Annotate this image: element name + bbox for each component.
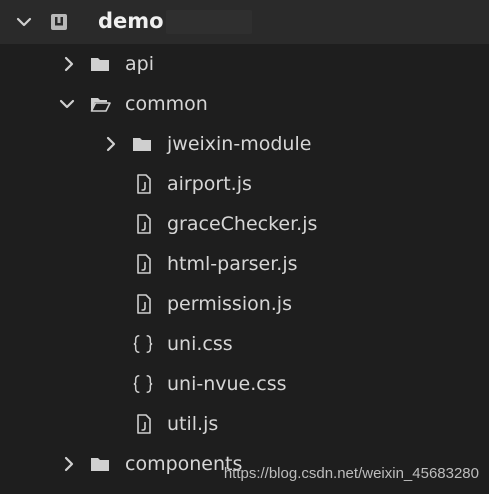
folder-icon [131,133,153,155]
css-file-icon [132,373,154,395]
tree-item-util-js[interactable]: util.js [0,404,489,444]
root-label: demo [98,9,164,33]
item-label: jweixin-module [167,133,312,155]
tree-item-airport-js[interactable]: airport.js [0,164,489,204]
tree-item-api[interactable]: api [0,44,489,84]
js-file-icon [133,253,155,275]
tree-item-gracechecker-js[interactable]: graceChecker.js [0,204,489,244]
tree-item-html-parser-js[interactable]: html-parser.js [0,244,489,284]
item-label: uni.css [167,333,233,355]
tree-item-common[interactable]: common [0,84,489,124]
chevron-right-icon[interactable] [59,54,79,74]
tree-item-uni-nvue-css[interactable]: uni-nvue.css [0,364,489,404]
item-label: common [125,93,208,115]
chevron-right-icon[interactable] [101,134,121,154]
item-label: html-parser.js [167,253,298,275]
chevron-down-icon[interactable] [14,12,34,32]
item-label: api [125,53,154,75]
item-label: permission.js [167,293,292,315]
js-file-icon [133,293,155,315]
tree-item-permission-js[interactable]: permission.js [0,284,489,324]
folder-icon [89,53,111,75]
item-label: util.js [167,413,219,435]
item-label: graceChecker.js [167,213,318,235]
js-file-icon [133,173,155,195]
item-label: airport.js [167,173,252,195]
folder-icon [89,453,111,475]
tree-item-uni-css[interactable]: uni.css [0,324,489,364]
folder-open-icon [89,93,111,115]
tree-root-demo[interactable]: demo [0,0,489,44]
js-file-icon [133,413,155,435]
item-label: uni-nvue.css [167,373,287,395]
chevron-right-icon[interactable] [59,454,79,474]
js-file-icon [133,213,155,235]
redacted-path [166,10,252,34]
tree-item-jweixin-module[interactable]: jweixin-module [0,124,489,164]
project-icon [48,11,70,33]
css-file-icon [132,333,154,355]
file-explorer-tree: demo api common jweixin-module airport.j… [0,0,489,494]
watermark-text: https://blog.csdn.net/weixin_45683280 [223,465,479,482]
chevron-down-icon[interactable] [57,94,77,114]
